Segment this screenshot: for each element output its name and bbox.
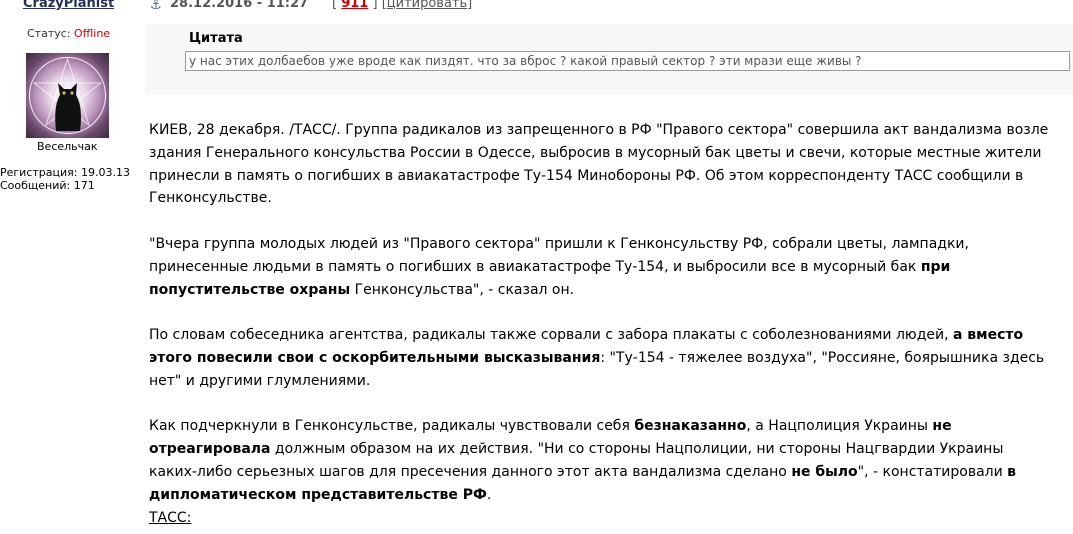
article-paragraph-1: КИЕВ, 28 декабря. /ТАСС/. Группа радикал…: [149, 122, 1049, 207]
anchor-icon[interactable]: ⚓: [150, 0, 162, 13]
bold-text: безнаказанно: [634, 418, 747, 435]
source-link[interactable]: ТАСС:: [149, 510, 191, 526]
article-paragraph-3: По словам собеседника агентства, радикал…: [149, 324, 1049, 392]
text-span: Как подчеркнули в Генконсульстве, радика…: [149, 418, 635, 435]
text-span: ", - констатировали: [857, 463, 1008, 480]
post-body: КИЕВ, 28 декабря. /ТАСС/. Группа радикал…: [149, 119, 1049, 529]
author-status: Статус: Offline: [27, 27, 110, 40]
bracket-close: ]: [467, 0, 473, 11]
text-span: По словам собеседника агентства, радикал…: [149, 327, 953, 344]
avatar-black-cat-image: [28, 56, 107, 135]
text-span: .: [486, 486, 492, 503]
post-header: ⚓ 28.12.2016 - 11:27 [ 911 ] [цитировать…: [145, 0, 1073, 14]
bracket-separator: ] [: [372, 0, 387, 11]
post-number-link[interactable]: 911: [341, 0, 368, 11]
author-username-link[interactable]: CrazyPianist: [23, 0, 114, 11]
quote-text: у нас этих долбаебов уже вроде как пиздя…: [185, 51, 1070, 71]
author-registration-date: Регистрация: 19.03.13: [0, 166, 130, 179]
quote-title: Цитата: [189, 31, 243, 46]
bracket-open: [: [332, 0, 338, 11]
author-rank: Весельчак: [37, 140, 98, 153]
status-label: Статус:: [27, 27, 71, 40]
text-span: "Вчера группа молодых людей из "Правого …: [149, 235, 969, 275]
author-post-count: Сообщений: 171: [0, 179, 95, 192]
post-date: 28.12.2016 - 11:27: [170, 0, 309, 11]
bold-text: не было: [791, 463, 858, 480]
post-actions: [ 911 ] [цитировать]: [332, 0, 472, 11]
article-paragraph-4: Как подчеркнули в Генконсульстве, радика…: [149, 415, 1049, 506]
author-sidebar: CrazyPianist Статус: Offline Весельчак Р…: [0, 0, 138, 534]
avatar[interactable]: [26, 53, 109, 138]
status-offline-badge: Offline: [74, 27, 111, 40]
text-span: Генконсульства", - сказал он.: [350, 281, 575, 298]
article-paragraph-2: "Вчера группа молодых людей из "Правого …: [149, 233, 1049, 301]
quote-button[interactable]: цитировать: [387, 0, 467, 11]
text-span: , а Нацполиция Украины: [746, 418, 933, 435]
